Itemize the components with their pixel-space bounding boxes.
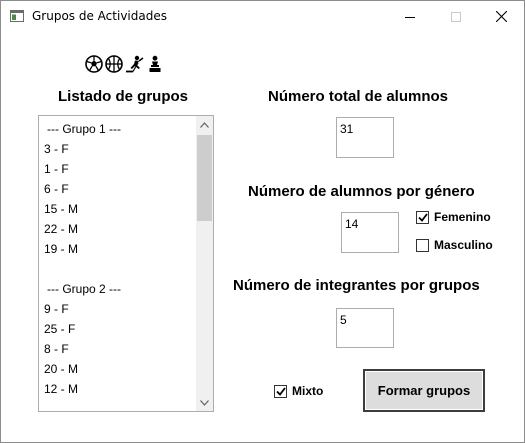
hockey-player-icon xyxy=(126,55,144,73)
femenino-check-box[interactable] xyxy=(416,210,429,224)
group-list-heading: Listado de grupos xyxy=(58,88,189,105)
maximize-button[interactable] xyxy=(433,1,479,32)
gender-count-input[interactable]: 14 xyxy=(341,212,399,253)
maximize-icon xyxy=(451,11,461,22)
total-students-input[interactable]: 31 xyxy=(336,117,394,158)
femenino-label: Femenino xyxy=(434,210,491,224)
chevron-down-icon xyxy=(200,399,209,406)
close-button[interactable] xyxy=(478,1,524,32)
masculino-check-box[interactable] xyxy=(416,238,429,252)
group-list-items: --- Grupo 1 --- 3 - F1 - F6 - F 15 - M 22 -… xyxy=(39,119,196,399)
members-per-group-heading: Número de integrantes por grupos xyxy=(233,277,480,294)
activity-icons xyxy=(85,53,163,75)
mixto-label: Mixto xyxy=(292,384,324,398)
list-item[interactable]: 3 - F xyxy=(39,139,196,159)
basketball-icon xyxy=(105,55,123,73)
chess-piece-icon xyxy=(149,55,161,72)
students-by-gender-heading: Número de alumnos por género xyxy=(248,183,475,200)
scroll-thumb[interactable] xyxy=(197,135,212,221)
minimize-icon xyxy=(405,16,415,18)
scroll-up-button[interactable] xyxy=(196,116,213,133)
masculino-checkbox[interactable]: Masculino xyxy=(416,238,493,252)
group-listbox[interactable]: --- Grupo 1 --- 3 - F1 - F6 - F 15 - M 22 -… xyxy=(38,115,214,412)
list-item[interactable]: 25 - F xyxy=(39,319,196,339)
list-item[interactable]: 8 - F xyxy=(39,339,196,359)
app-icon xyxy=(10,10,24,22)
list-item[interactable]: 20 - M xyxy=(39,359,196,379)
total-students-heading: Número total de alumnos xyxy=(268,88,449,105)
app-window: Grupos de Actividades Listado de grupos … xyxy=(0,0,525,443)
list-item[interactable]: 6 - F xyxy=(39,179,196,199)
form-groups-button[interactable]: Formar grupos xyxy=(363,369,485,412)
masculino-label: Masculino xyxy=(434,238,493,252)
checkmark-icon xyxy=(417,212,428,222)
list-item[interactable]: 9 - F xyxy=(39,299,196,319)
mixto-checkbox[interactable]: Mixto xyxy=(274,384,323,398)
list-item[interactable]: 12 - M xyxy=(39,379,196,399)
list-item[interactable]: 15 - M xyxy=(39,199,196,219)
list-item[interactable]: 19 - M xyxy=(39,239,196,259)
femenino-checkbox[interactable]: Femenino xyxy=(416,210,491,224)
close-icon xyxy=(495,11,507,22)
chevron-up-icon xyxy=(200,121,209,128)
minimize-button[interactable] xyxy=(387,1,433,32)
title-bar: Grupos de Actividades xyxy=(1,1,524,32)
checkmark-icon xyxy=(275,386,286,396)
window-title: Grupos de Actividades xyxy=(32,9,167,23)
members-per-group-input[interactable]: 5 xyxy=(336,308,394,348)
group-header-item[interactable]: --- Grupo 1 --- xyxy=(39,119,196,139)
soccer-ball-icon xyxy=(85,55,103,73)
list-item[interactable] xyxy=(39,259,196,279)
scroll-down-button[interactable] xyxy=(196,394,213,411)
mixto-check-box[interactable] xyxy=(274,384,287,398)
list-item[interactable]: 22 - M xyxy=(39,219,196,239)
group-header-item[interactable]: --- Grupo 2 --- xyxy=(39,279,196,299)
listbox-scrollbar[interactable] xyxy=(196,116,213,411)
list-item[interactable]: 1 - F xyxy=(39,159,196,179)
